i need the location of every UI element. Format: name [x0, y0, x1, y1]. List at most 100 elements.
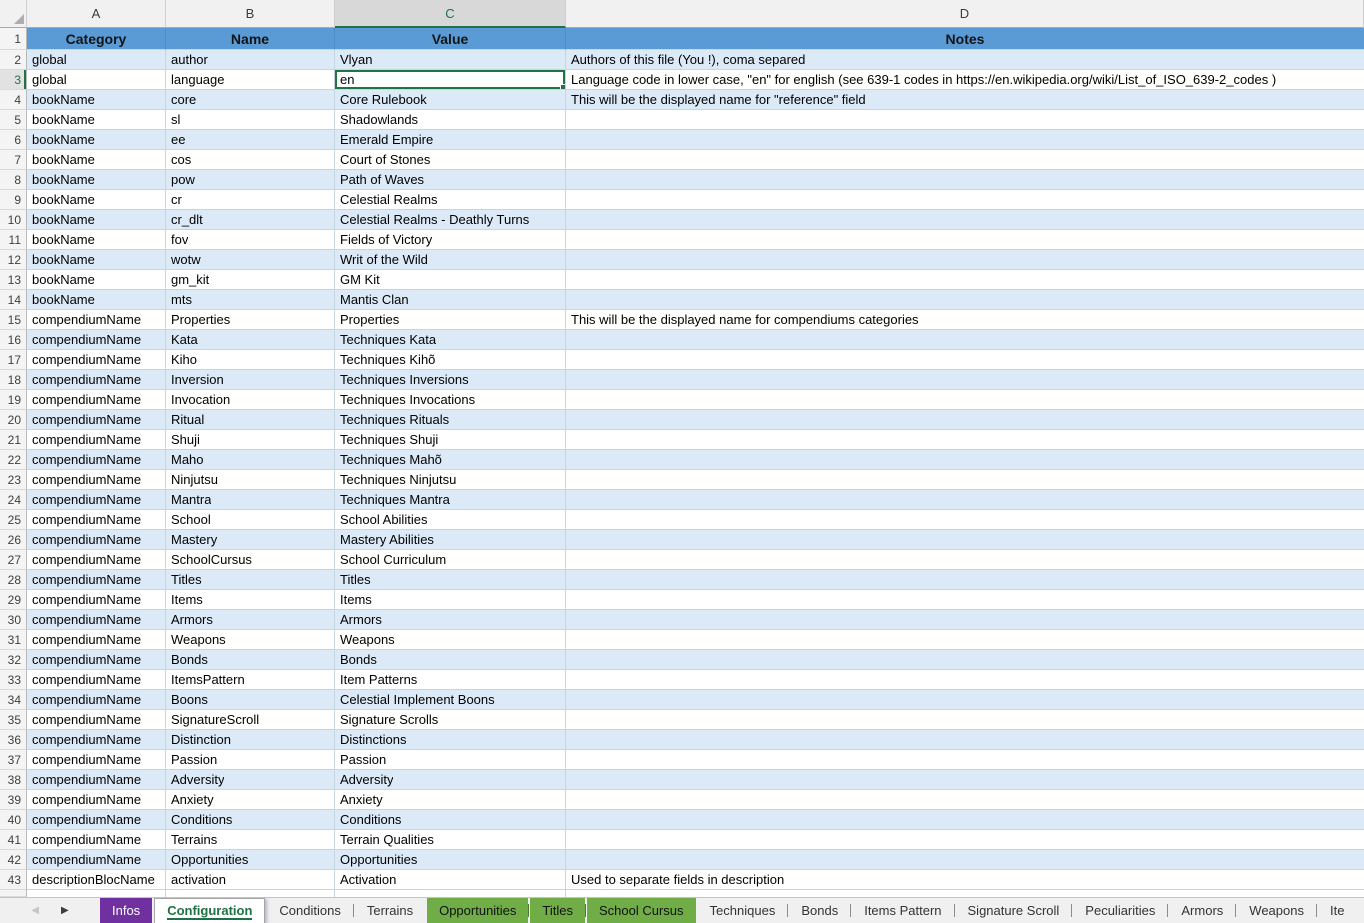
- cell-category[interactable]: compendiumName: [27, 530, 166, 550]
- cell-name[interactable]: cr_dlt: [166, 210, 335, 230]
- cell-notes[interactable]: Authors of this file (You !), coma separ…: [566, 50, 1364, 70]
- cell-value[interactable]: Fields of Victory: [335, 230, 566, 250]
- cell-category[interactable]: bookName: [27, 110, 166, 130]
- sheet-tab-configuration[interactable]: Configuration: [154, 898, 265, 923]
- cell-notes[interactable]: [566, 370, 1364, 390]
- cell-category[interactable]: compendiumName: [27, 610, 166, 630]
- sheet-tab-opportunities[interactable]: Opportunities: [427, 898, 528, 923]
- row-number[interactable]: 18: [0, 370, 27, 390]
- cell-name[interactable]: Mantra: [166, 490, 335, 510]
- cell-notes[interactable]: [566, 790, 1364, 810]
- row-number[interactable]: 12: [0, 250, 27, 270]
- cell-value[interactable]: Celestial Implement Boons: [335, 690, 566, 710]
- cell-category[interactable]: bookName: [27, 290, 166, 310]
- cell-notes[interactable]: [566, 190, 1364, 210]
- cell-category[interactable]: bookName: [27, 190, 166, 210]
- cell-category[interactable]: compendiumName: [27, 310, 166, 330]
- cell-notes[interactable]: [566, 230, 1364, 250]
- cell-category[interactable]: compendiumName: [27, 350, 166, 370]
- cell-name[interactable]: core: [166, 90, 335, 110]
- cell-notes[interactable]: [566, 290, 1364, 310]
- cell-category[interactable]: bookName: [27, 230, 166, 250]
- cell-value[interactable]: Anxiety: [335, 790, 566, 810]
- cell-notes[interactable]: Used to separate fields in description: [566, 870, 1364, 890]
- row-number[interactable]: 2: [0, 50, 27, 70]
- cell-category[interactable]: compendiumName: [27, 810, 166, 830]
- cell-value[interactable]: GM Kit: [335, 270, 566, 290]
- cell-value[interactable]: Emerald Empire: [335, 130, 566, 150]
- cell-value[interactable]: Distinctions: [335, 730, 566, 750]
- cell-name[interactable]: activation: [166, 870, 335, 890]
- row-number[interactable]: 40: [0, 810, 27, 830]
- cell-name[interactable]: Passion: [166, 750, 335, 770]
- next-sheet-arrow-icon[interactable]: ▶: [61, 906, 69, 916]
- cell-notes[interactable]: [566, 630, 1364, 650]
- row-number[interactable]: 36: [0, 730, 27, 750]
- row-number[interactable]: 39: [0, 790, 27, 810]
- sheet-tab-conditions[interactable]: Conditions: [267, 898, 352, 923]
- cell-notes[interactable]: [566, 550, 1364, 570]
- empty-cell[interactable]: [166, 890, 335, 897]
- cell-value[interactable]: Techniques Ninjutsu: [335, 470, 566, 490]
- select-all-corner[interactable]: [0, 0, 27, 28]
- cell-value[interactable]: Techniques Mantra: [335, 490, 566, 510]
- row-number[interactable]: 34: [0, 690, 27, 710]
- row-number[interactable]: 20: [0, 410, 27, 430]
- cell-value[interactable]: Techniques Shuji: [335, 430, 566, 450]
- cell-name[interactable]: ee: [166, 130, 335, 150]
- row-number[interactable]: 28: [0, 570, 27, 590]
- sheet-tab-bonds[interactable]: Bonds: [789, 898, 850, 923]
- cell-notes[interactable]: [566, 750, 1364, 770]
- row-number[interactable]: 43: [0, 870, 27, 890]
- row-number[interactable]: 38: [0, 770, 27, 790]
- cell-name[interactable]: Bonds: [166, 650, 335, 670]
- row-number[interactable]: 15: [0, 310, 27, 330]
- cell-value[interactable]: Titles: [335, 570, 566, 590]
- cell-value[interactable]: School Curriculum: [335, 550, 566, 570]
- row-number[interactable]: 19: [0, 390, 27, 410]
- cell-value[interactable]: Signature Scrolls: [335, 710, 566, 730]
- cell-notes[interactable]: [566, 610, 1364, 630]
- cell-name[interactable]: Adversity: [166, 770, 335, 790]
- cell-category[interactable]: compendiumName: [27, 730, 166, 750]
- cell-category[interactable]: bookName: [27, 210, 166, 230]
- cell-value[interactable]: Celestial Realms - Deathly Turns: [335, 210, 566, 230]
- cell-name[interactable]: gm_kit: [166, 270, 335, 290]
- cell-name[interactable]: author: [166, 50, 335, 70]
- cell-notes[interactable]: [566, 710, 1364, 730]
- sheet-tab-peculiarities[interactable]: Peculiarities: [1073, 898, 1167, 923]
- sheet-tab-weapons[interactable]: Weapons: [1237, 898, 1316, 923]
- cell-value[interactable]: Shadowlands: [335, 110, 566, 130]
- row-number[interactable]: 3: [0, 70, 27, 90]
- cell-category[interactable]: bookName: [27, 90, 166, 110]
- cell-value[interactable]: Bonds: [335, 650, 566, 670]
- header-cell-value[interactable]: Value: [335, 28, 566, 50]
- row-number[interactable]: 9: [0, 190, 27, 210]
- cell-name[interactable]: Invocation: [166, 390, 335, 410]
- cell-notes[interactable]: [566, 690, 1364, 710]
- row-number[interactable]: 24: [0, 490, 27, 510]
- header-cell-name[interactable]: Name: [166, 28, 335, 50]
- cell-notes[interactable]: This will be the displayed name for comp…: [566, 310, 1364, 330]
- cell-name[interactable]: fov: [166, 230, 335, 250]
- row-number[interactable]: 6: [0, 130, 27, 150]
- cell-category[interactable]: compendiumName: [27, 470, 166, 490]
- cell-value[interactable]: Weapons: [335, 630, 566, 650]
- cell-category[interactable]: compendiumName: [27, 450, 166, 470]
- empty-cell[interactable]: [566, 890, 1364, 897]
- cell-name[interactable]: Properties: [166, 310, 335, 330]
- row-number[interactable]: 11: [0, 230, 27, 250]
- row-number[interactable]: 42: [0, 850, 27, 870]
- cell-notes[interactable]: [566, 110, 1364, 130]
- cell-category[interactable]: compendiumName: [27, 410, 166, 430]
- row-number[interactable]: 17: [0, 350, 27, 370]
- cell-notes[interactable]: [566, 650, 1364, 670]
- cell-notes[interactable]: [566, 470, 1364, 490]
- cell-category[interactable]: compendiumName: [27, 630, 166, 650]
- cell-name[interactable]: Anxiety: [166, 790, 335, 810]
- cell-notes[interactable]: [566, 730, 1364, 750]
- row-number[interactable]: 23: [0, 470, 27, 490]
- sheet-tab-ite[interactable]: Ite: [1318, 898, 1356, 923]
- row-number[interactable]: 37: [0, 750, 27, 770]
- row-number[interactable]: 27: [0, 550, 27, 570]
